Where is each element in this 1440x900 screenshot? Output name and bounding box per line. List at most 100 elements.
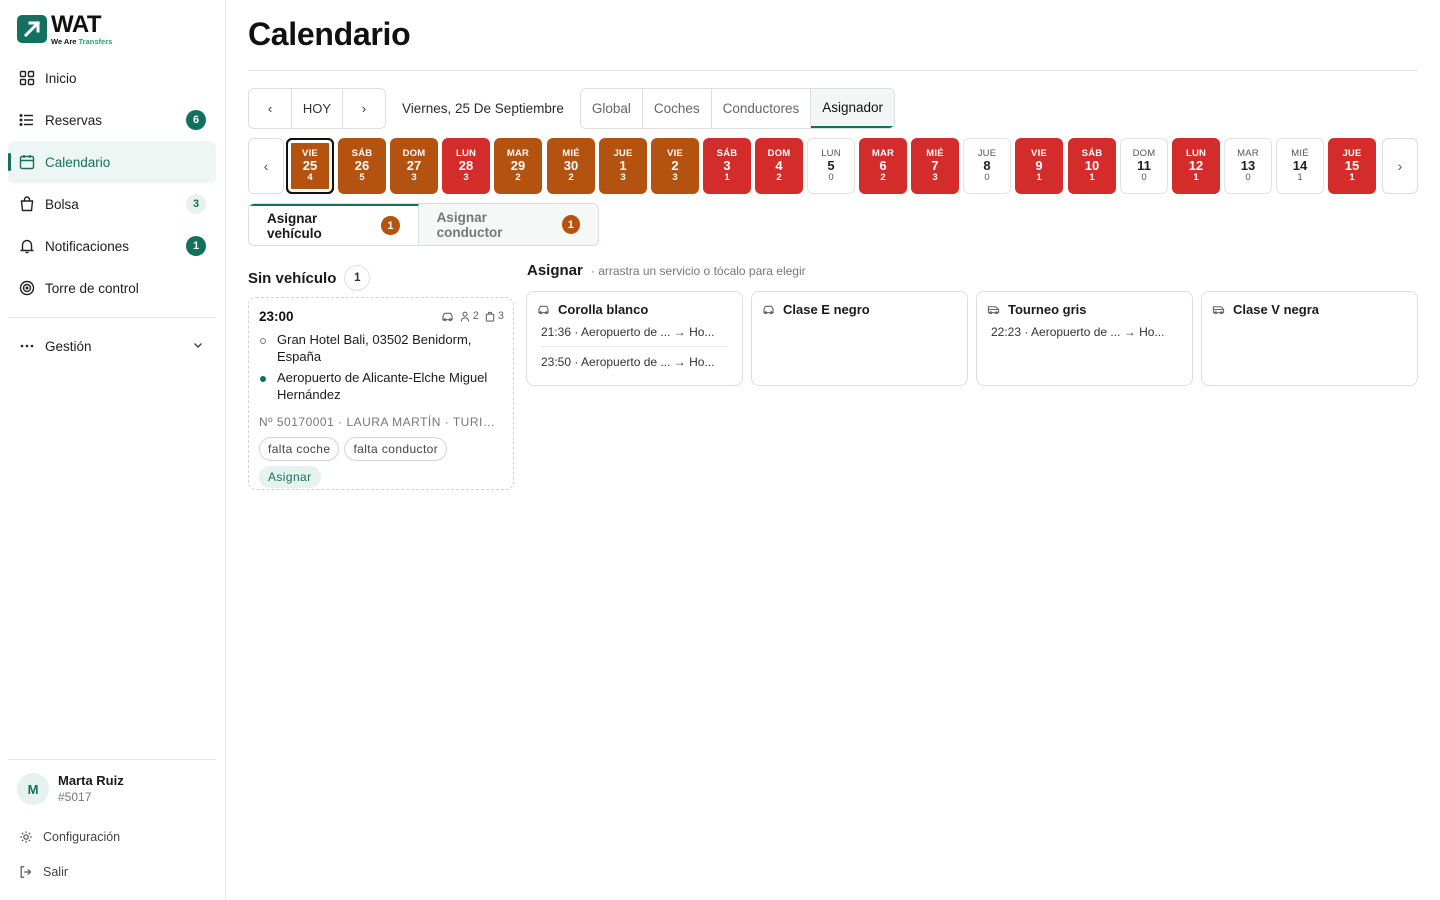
day-service-count: 1 (1036, 172, 1042, 184)
day-number: 6 (879, 157, 887, 173)
user-name: Marta Ruiz (58, 773, 124, 789)
strip-prev-button[interactable]: ‹ (248, 138, 284, 194)
nav-divider (8, 317, 216, 318)
prev-day-button[interactable]: ‹ (249, 89, 292, 128)
vehicle-trip[interactable]: 22:23 · Aeropuerto de ... → Ho... (991, 325, 1178, 339)
day-cell[interactable]: DOM 4 2 (755, 138, 803, 194)
notificaciones-count-badge: 1 (186, 236, 206, 256)
sidebar-item-label: Inicio (45, 70, 77, 86)
vehicle-card[interactable]: Corolla blanco 21:36 · Aeropuerto de ...… (526, 291, 743, 386)
day-service-count: 1 (724, 172, 730, 184)
vehicle-name: Tourneo gris (1008, 302, 1087, 317)
day-cell[interactable]: MIÉ 30 2 (547, 138, 595, 194)
day-cell[interactable]: VIE 2 3 (651, 138, 699, 194)
user-profile[interactable]: M Marta Ruiz #5017 (17, 773, 124, 805)
assign-button[interactable]: Asignar (259, 465, 321, 488)
day-cell[interactable]: JUE 8 0 (963, 138, 1011, 194)
day-cell[interactable]: LUN 12 1 (1172, 138, 1220, 194)
tab-asignar-vehiculo[interactable]: Asignar vehículo 1 (249, 204, 419, 245)
sidebar-item-label: Torre de control (45, 280, 139, 296)
van-icon (1212, 303, 1226, 317)
day-service-count: 5 (359, 172, 365, 184)
target-icon (18, 279, 36, 297)
logout-label: Salir (43, 865, 69, 879)
passengers: 2 (460, 310, 479, 322)
car-icon (537, 303, 551, 317)
chevron-left-icon: ‹ (263, 158, 269, 174)
sidebar: WAT We Are Transfers Inicio Reservas 6 C… (0, 0, 226, 900)
vehicle-trip[interactable]: 21:36 · Aeropuerto de ... → Ho... (541, 325, 728, 339)
day-number: 26 (354, 157, 370, 173)
tab-coches[interactable]: Coches (643, 89, 712, 128)
sidebar-item-torre-de-control[interactable]: Torre de control (8, 267, 216, 309)
tab-count-badge: 1 (561, 215, 580, 234)
logout-link[interactable]: Salir (18, 864, 68, 880)
day-service-count: 0 (1245, 172, 1251, 184)
tab-global[interactable]: Global (581, 89, 643, 128)
sidebar-item-label: Gestión (45, 338, 92, 354)
list-icon (18, 111, 36, 129)
day-cell[interactable]: MAR 6 2 (859, 138, 907, 194)
day-cell[interactable]: JUE 1 3 (599, 138, 647, 194)
day-number: 14 (1292, 157, 1308, 173)
service-card[interactable]: 23:00 2 3 Gran Hotel Bali, 03502 Benidor… (248, 297, 514, 490)
sidebar-item-reservas[interactable]: Reservas 6 (8, 99, 216, 141)
logo-arrow-icon (17, 15, 47, 44)
day-number: 4 (775, 157, 783, 173)
sidebar-item-inicio[interactable]: Inicio (8, 57, 216, 99)
tab-conductores[interactable]: Conductores (712, 89, 812, 128)
day-cell[interactable]: MAR 29 2 (494, 138, 542, 194)
day-number: 27 (406, 157, 422, 173)
sidebar-item-gestion[interactable]: Gestión (8, 325, 216, 367)
luggage: 3 (485, 310, 504, 322)
service-reference: Nº 50170001 · LAURA MARTÍN · TURISMO (259, 414, 503, 429)
day-number: 2 (671, 157, 679, 173)
day-cell[interactable]: DOM 11 0 (1120, 138, 1168, 194)
day-number: 7 (931, 157, 939, 173)
day-cell[interactable]: VIE 25 4 (286, 138, 334, 194)
day-cell[interactable]: LUN 5 0 (807, 138, 855, 194)
logo-subtitle: We Are Transfers (51, 37, 113, 46)
section-title: Sin vehículo (248, 269, 337, 287)
origin-address: Gran Hotel Bali, 03502 Benidorm, España (277, 332, 472, 364)
sidebar-item-calendario[interactable]: Calendario (8, 141, 216, 183)
luggage-icon (485, 311, 495, 322)
day-service-count: 4 (307, 172, 313, 184)
day-service-count: 3 (463, 172, 469, 184)
vehicle-card[interactable]: Clase E negro (751, 291, 968, 386)
day-cell[interactable]: JUE 15 1 (1328, 138, 1376, 194)
service-meta: 2 3 (441, 310, 504, 322)
day-cell[interactable]: SÁB 10 1 (1068, 138, 1116, 194)
today-button[interactable]: HOY (292, 89, 343, 128)
vehicle-trip[interactable]: 23:50 · Aeropuerto de ... → Ho... (541, 346, 728, 369)
gear-icon (18, 829, 34, 845)
strip-next-button[interactable]: › (1382, 138, 1418, 194)
sidebar-item-notificaciones[interactable]: Notificaciones 1 (8, 225, 216, 267)
day-cell[interactable]: SÁB 26 5 (338, 138, 386, 194)
tab-asignador[interactable]: Asignador (811, 89, 894, 128)
day-cell[interactable]: MAR 13 0 (1224, 138, 1272, 194)
vehicle-card[interactable]: Tourneo gris 22:23 · Aeropuerto de ... →… (976, 291, 1193, 386)
settings-link[interactable]: Configuración (18, 829, 120, 845)
day-number: 1 (619, 157, 627, 173)
vehicle-card[interactable]: Clase V negra (1201, 291, 1418, 386)
tab-label: Asignar vehículo (267, 210, 322, 241)
reservas-count-badge: 6 (186, 110, 206, 130)
day-service-count: 1 (1297, 172, 1303, 184)
day-cell[interactable]: LUN 28 3 (442, 138, 490, 194)
asignar-heading: Asignar · arrastra un servicio o tócalo … (527, 262, 806, 279)
day-cell[interactable]: SÁB 3 1 (703, 138, 751, 194)
day-cell[interactable]: MIÉ 14 1 (1276, 138, 1324, 194)
sidebar-item-bolsa[interactable]: Bolsa 3 (8, 183, 216, 225)
day-strip: ‹ › VIE 25 4 SÁB 26 5 DOM 27 3 LUN 28 3 MAR 29 2 MIÉ 30 2… (248, 138, 1418, 194)
vehicle-name: Clase V negra (1233, 302, 1319, 317)
next-day-button[interactable]: › (343, 89, 385, 128)
chip-falta-coche: falta coche (259, 436, 340, 461)
day-cell[interactable]: DOM 27 3 (390, 138, 438, 194)
tab-asignar-conductor[interactable]: Asignar conductor 1 (419, 204, 598, 245)
day-cell[interactable]: VIE 9 1 (1015, 138, 1063, 194)
logo[interactable]: WAT We Are Transfers (17, 13, 112, 46)
chevron-right-icon: › (1397, 158, 1403, 174)
day-cell[interactable]: MIÉ 7 3 (911, 138, 959, 194)
calendar-icon (18, 153, 36, 171)
